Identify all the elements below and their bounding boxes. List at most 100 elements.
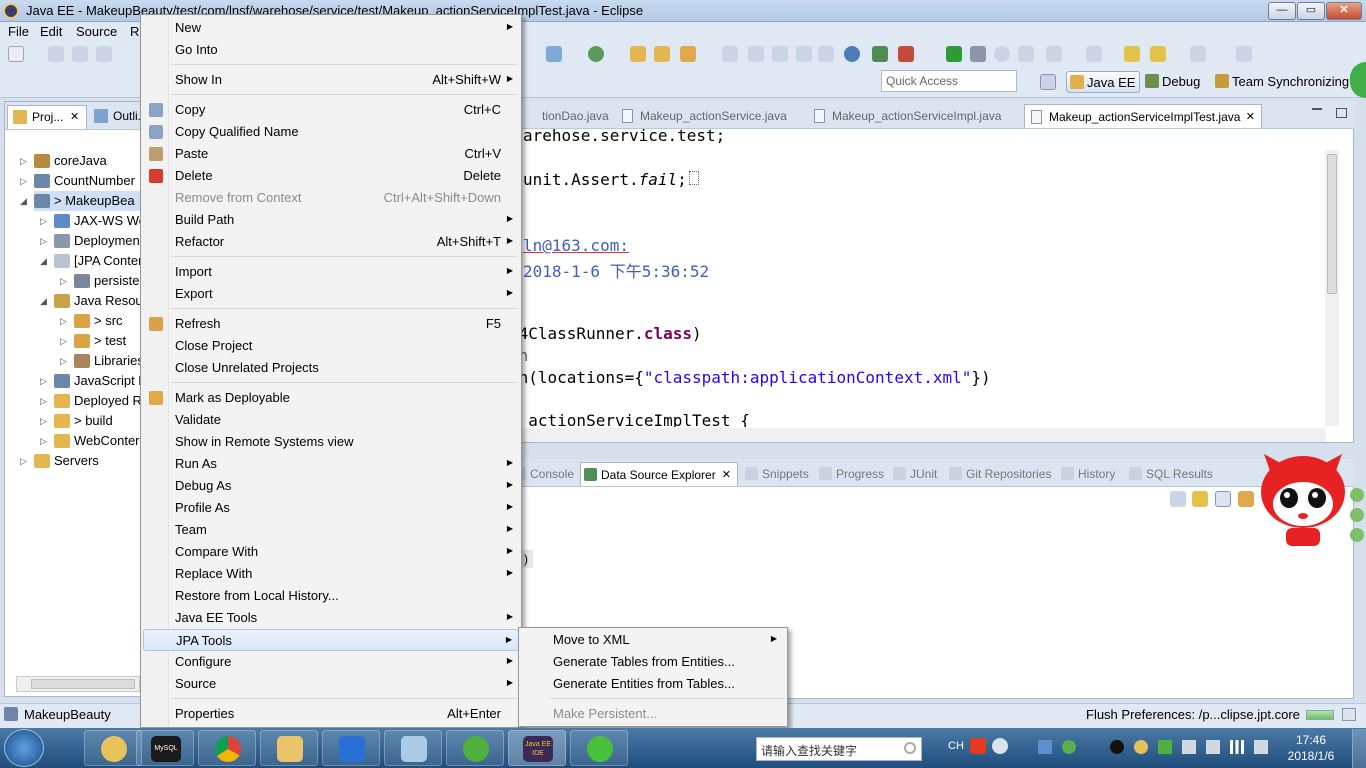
menu-item-profile-as[interactable]: Profile As ▶ <box>143 497 519 519</box>
editor-vscroll[interactable] <box>1325 150 1339 426</box>
tab-project-explorer[interactable]: Proj... ✕ <box>7 105 87 129</box>
tree-item-deployment[interactable]: ▷ Deploymen <box>40 231 140 251</box>
toolbar-icon-a[interactable] <box>722 46 738 62</box>
tree-view-icon[interactable] <box>1215 491 1231 507</box>
tray-box-icon[interactable] <box>1038 740 1052 754</box>
menu-item-validate[interactable]: Validate <box>143 409 519 431</box>
debug-icon[interactable] <box>872 46 888 62</box>
menu-item-replace-with[interactable]: Replace With ▶ <box>143 563 519 585</box>
back-icon[interactable] <box>1150 46 1166 62</box>
tray-usb-icon[interactable] <box>1206 740 1220 754</box>
menu-item-source[interactable]: Source ▶ <box>143 673 519 695</box>
taskbar-app-mysql[interactable]: MySQL <box>136 730 194 766</box>
taskbar-search-input[interactable]: 请输入查找关键字 <box>756 737 922 761</box>
menu-item-build-path[interactable]: Build Path ▶ <box>143 209 519 231</box>
tray-sync-icon[interactable] <box>1062 740 1076 754</box>
network-icon[interactable] <box>1230 740 1244 754</box>
minimize-button[interactable]: — <box>1268 2 1296 20</box>
save-all-icon[interactable] <box>72 46 88 62</box>
tab-service-impl-test[interactable]: Makeup_actionServiceImplTest.java ✕ <box>1024 104 1262 128</box>
tree-item-persistence[interactable]: ▷ persiste <box>60 271 140 291</box>
ime-indicator[interactable]: CH <box>948 740 964 752</box>
close-icon[interactable]: ✕ <box>722 468 731 481</box>
menu-refactor[interactable]: R <box>130 24 139 39</box>
tree-item-test[interactable]: ▷ > test <box>60 331 140 351</box>
start-button[interactable] <box>4 729 44 767</box>
menu-item-delete[interactable]: Delete Delete <box>143 165 519 187</box>
forward-icon[interactable] <box>1190 46 1206 62</box>
toolbar-icon-d[interactable] <box>796 46 812 62</box>
maximize-view-icon[interactable] <box>1336 108 1347 118</box>
submenu-item-generate-tables-from-entities[interactable]: Generate Tables from Entities... <box>521 651 785 673</box>
pet-tray-icon[interactable] <box>1134 740 1148 754</box>
tray-plus-icon[interactable] <box>1158 740 1172 754</box>
minimize-view-icon[interactable] <box>1312 108 1322 110</box>
connection-icon[interactable] <box>1238 491 1254 507</box>
menu-item-java-ee-tools[interactable]: Java EE Tools ▶ <box>143 607 519 629</box>
menu-item-show-in-remote-systems-view[interactable]: Show in Remote Systems view <box>143 431 519 453</box>
sogou-icon[interactable] <box>970 738 986 754</box>
tab-data-source-explorer[interactable]: Data Source Explorer ✕ <box>580 462 738 486</box>
explorer-hscroll[interactable] <box>16 676 140 692</box>
taskbar-app-wallpaper[interactable] <box>84 730 142 766</box>
search-icon[interactable] <box>904 742 916 754</box>
new-server-icon[interactable] <box>546 46 562 62</box>
tab-history[interactable]: History <box>1058 462 1119 486</box>
tree-item-javascript[interactable]: ▷ JavaScript R <box>40 371 148 391</box>
close-icon[interactable]: ✕ <box>1246 110 1255 123</box>
menu-item-run-as[interactable]: Run As ▶ <box>143 453 519 475</box>
tree-item-src[interactable]: ▷ > src <box>60 311 140 331</box>
menu-item-copy-qualified-name[interactable]: Copy Qualified Name <box>143 121 519 143</box>
tree-item-servers[interactable]: ▷ Servers <box>20 451 140 471</box>
taskbar-app-chrome[interactable] <box>198 730 256 766</box>
menu-item-debug-as[interactable]: Debug As ▶ <box>143 475 519 497</box>
tree-item-jpa-content[interactable]: ◢ [JPA Conter <box>40 251 142 271</box>
tab-sql-results[interactable]: SQL Results <box>1126 462 1217 486</box>
submenu-item-move-to-xml[interactable]: Move to XML ▶ <box>521 629 785 651</box>
toolbar-icon-e[interactable] <box>818 46 834 62</box>
volume-icon[interactable] <box>1254 740 1268 754</box>
tray-device-icon[interactable] <box>1182 740 1196 754</box>
scroll-thumb[interactable] <box>31 679 135 689</box>
new-icon[interactable] <box>8 46 24 62</box>
menu-item-compare-with[interactable]: Compare With ▶ <box>143 541 519 563</box>
tree-item-corejava[interactable]: ▷ coreJava <box>20 151 140 171</box>
menu-item-copy[interactable]: Copy Ctrl+C <box>143 99 519 121</box>
menu-item-paste[interactable]: Paste Ctrl+V <box>143 143 519 165</box>
taskbar-app-eclipse[interactable]: Java EE IDE <box>508 730 566 766</box>
qq-icon[interactable] <box>1110 740 1124 754</box>
hand-icon[interactable] <box>1018 46 1034 62</box>
tree-item-webcontent[interactable]: ▷ WebConter <box>40 431 140 451</box>
menu-item-restore-from-local-history[interactable]: Restore from Local History... <box>143 585 519 607</box>
tree-item-libraries[interactable]: ▷ Libraries <box>60 351 144 371</box>
side-widget-icon[interactable] <box>1350 528 1364 542</box>
annotation-icon[interactable] <box>1046 46 1062 62</box>
tab-dao[interactable]: tionDao.java <box>518 104 615 128</box>
last-edit-icon[interactable] <box>1124 46 1140 62</box>
perspective-debug[interactable]: Debug <box>1142 71 1204 93</box>
menu-item-refresh[interactable]: Refresh F5 <box>143 313 519 335</box>
perspective-java-ee[interactable]: Java EE <box>1066 71 1141 93</box>
progress-indicator[interactable] <box>1306 710 1334 720</box>
menu-item-mark-as-deployable[interactable]: Mark as Deployable <box>143 387 519 409</box>
tree-item-deployed[interactable]: ▷ Deployed R <box>40 391 142 411</box>
tab-snippets[interactable]: Snippets <box>742 462 813 486</box>
menu-item-close-unrelated-projects[interactable]: Close Unrelated Projects <box>143 357 519 379</box>
close-icon[interactable]: ✕ <box>70 110 79 123</box>
tab-service-impl[interactable]: Makeup_actionServiceImpl.java <box>808 104 1007 128</box>
taskbar-app-explorer[interactable] <box>260 730 318 766</box>
stop-icon[interactable] <box>994 46 1010 62</box>
perspective-team-sync[interactable]: Team Synchronizing <box>1212 71 1353 93</box>
toolbar-icon-b[interactable] <box>748 46 764 62</box>
side-widget-icon[interactable] <box>1350 508 1364 522</box>
taskbar-app-notepad[interactable] <box>384 730 442 766</box>
menu-item-import[interactable]: Import ▶ <box>143 261 519 283</box>
editor-hscroll[interactable] <box>518 428 1326 442</box>
maximize-button[interactable]: ▭ <box>1297 2 1325 20</box>
print-icon[interactable] <box>96 46 112 62</box>
tab-outline[interactable]: Outli... <box>89 105 143 129</box>
toolbar-icon-c[interactable] <box>772 46 788 62</box>
taskbar-clock[interactable]: 17:46 2018/1/6 <box>1276 732 1346 766</box>
menu-source[interactable]: Source <box>76 24 117 39</box>
help-icon[interactable] <box>992 738 1008 754</box>
